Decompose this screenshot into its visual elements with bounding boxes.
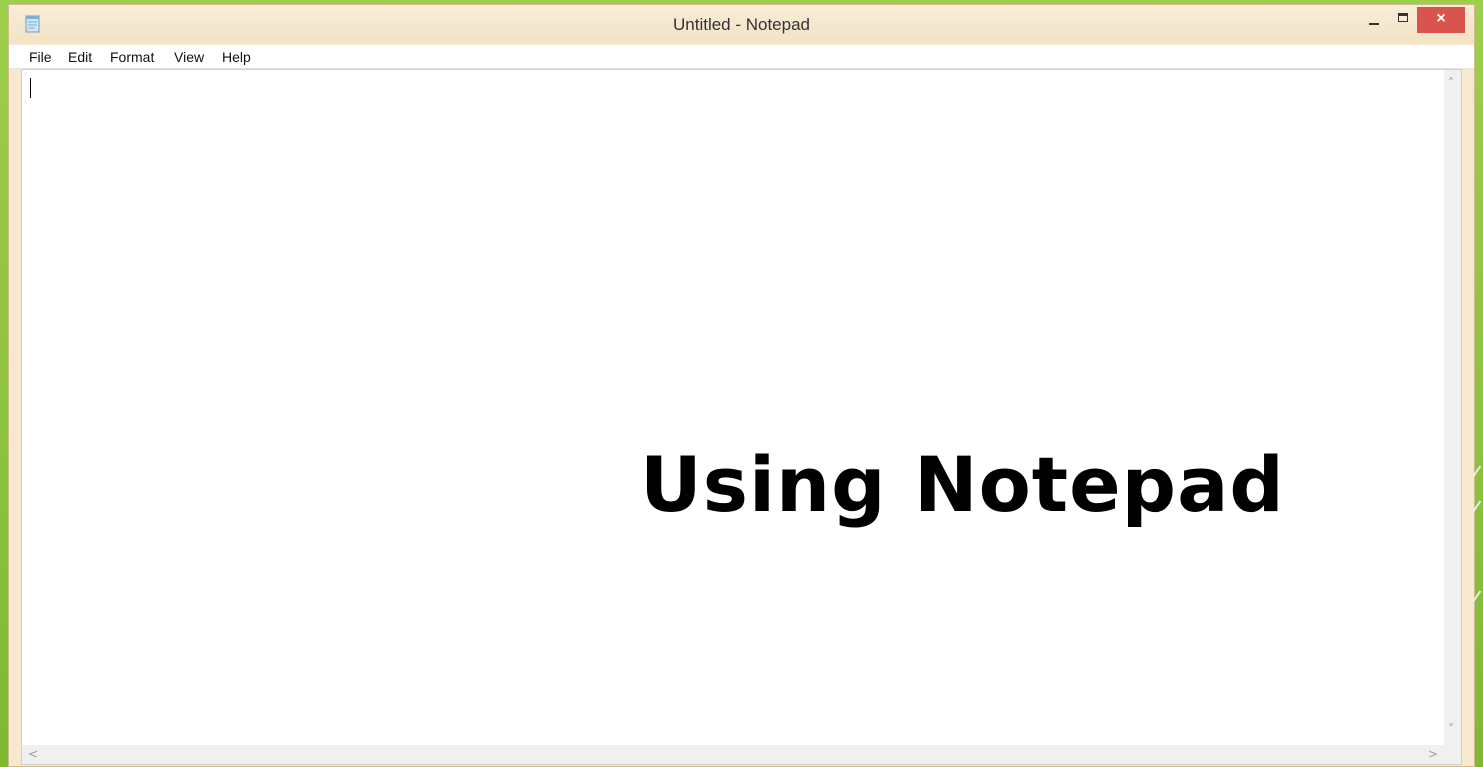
menu-help[interactable]: Help bbox=[222, 49, 251, 65]
vertical-scrollbar[interactable]: ˄ ˅ bbox=[1444, 70, 1461, 746]
menu-bar: File Edit Format View Help bbox=[9, 45, 1474, 69]
menu-format[interactable]: Format bbox=[110, 49, 154, 65]
menu-edit[interactable]: Edit bbox=[68, 49, 92, 65]
text-editor[interactable]: ˄ ˅ < > bbox=[21, 69, 1462, 765]
chevron-up-icon[interactable]: ˄ bbox=[1448, 76, 1454, 90]
title-bar[interactable]: Untitled - Notepad × bbox=[9, 5, 1474, 43]
close-button[interactable]: × bbox=[1417, 7, 1465, 33]
window-title: Untitled - Notepad bbox=[672, 15, 811, 34]
slide-heading: Using Notepad bbox=[640, 440, 1285, 529]
chevron-down-icon[interactable]: ˅ bbox=[1448, 722, 1454, 736]
menu-view[interactable]: View bbox=[174, 49, 204, 65]
maximize-icon bbox=[1398, 13, 1408, 22]
resize-grip[interactable] bbox=[1444, 745, 1461, 764]
minimize-icon bbox=[1369, 23, 1379, 25]
chevron-left-icon[interactable]: < bbox=[28, 747, 38, 761]
menu-file[interactable]: File bbox=[29, 49, 52, 65]
chevron-right-icon[interactable]: > bbox=[1428, 747, 1438, 761]
horizontal-scrollbar[interactable]: < > bbox=[22, 745, 1444, 764]
text-caret bbox=[30, 78, 31, 98]
notepad-window: Untitled - Notepad × File Edit Format Vi… bbox=[8, 4, 1475, 767]
close-icon: × bbox=[1436, 10, 1446, 27]
maximize-button[interactable] bbox=[1391, 7, 1419, 33]
minimize-button[interactable] bbox=[1361, 7, 1389, 33]
